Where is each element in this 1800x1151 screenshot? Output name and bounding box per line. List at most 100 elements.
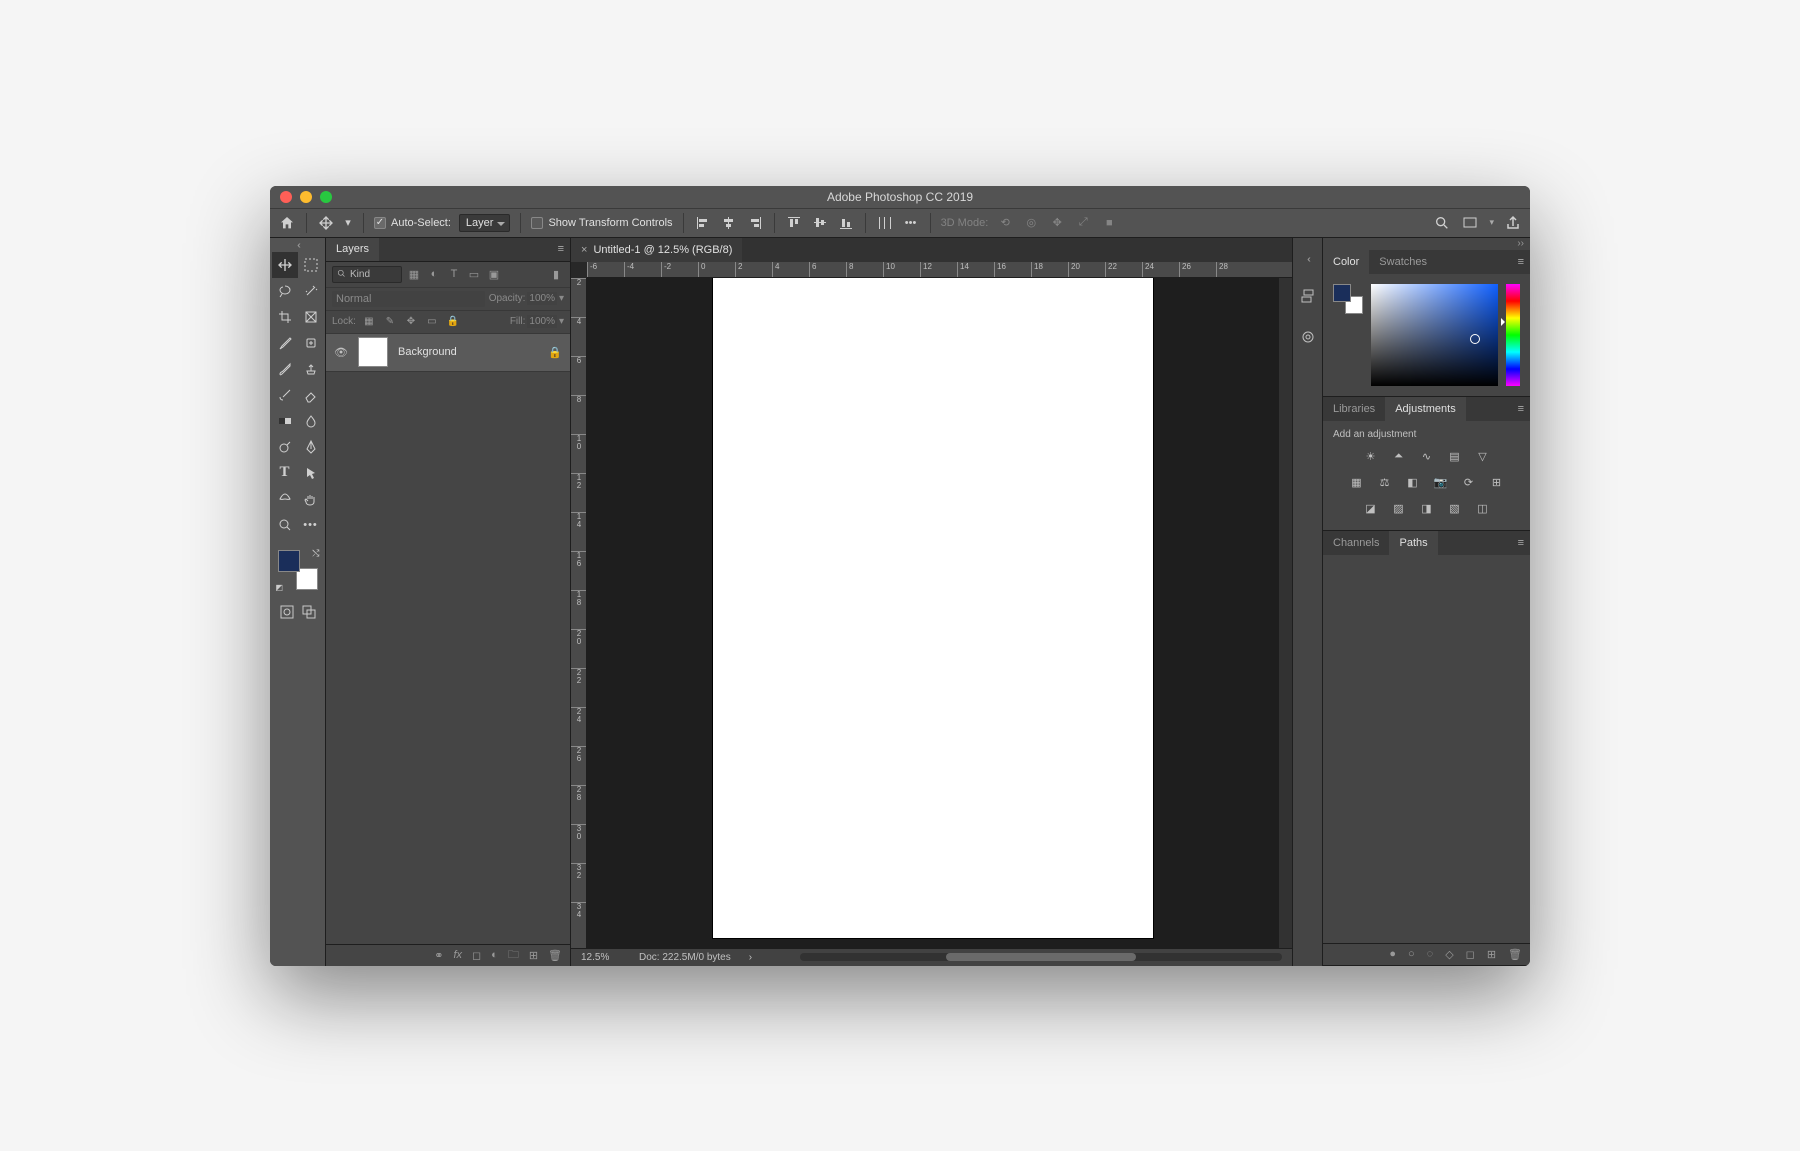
link-layers-icon[interactable]: ⚭	[434, 949, 443, 962]
visibility-icon[interactable]: 👁	[334, 346, 348, 359]
filter-pixel-icon[interactable]: ▦	[406, 266, 422, 282]
default-colors-icon[interactable]: ◩	[276, 583, 284, 592]
hand-tool[interactable]	[298, 486, 324, 512]
brush-tool[interactable]	[272, 356, 298, 382]
libraries-tab[interactable]: Libraries	[1323, 397, 1385, 421]
delete-layer-icon[interactable]: 🗑	[548, 949, 562, 962]
eraser-tool[interactable]	[298, 382, 324, 408]
hue-saturation-icon[interactable]: ▦	[1348, 474, 1366, 492]
foreground-color-swatch[interactable]	[278, 550, 300, 572]
blur-tool[interactable]	[298, 408, 324, 434]
gradient-tool[interactable]	[272, 408, 298, 434]
close-tab-icon[interactable]: ×	[581, 244, 587, 256]
layer-filter-kind-dropdown[interactable]: Kind	[332, 266, 402, 283]
filter-smart-icon[interactable]: ▣	[486, 266, 502, 282]
levels-icon[interactable]: ⏶	[1390, 448, 1408, 466]
layer-name[interactable]: Background	[398, 346, 538, 358]
collapse-right-icon[interactable]: ››	[1323, 238, 1530, 250]
lock-transparency-icon[interactable]: ▦	[361, 314, 377, 330]
vibrance-icon[interactable]: ▽	[1474, 448, 1492, 466]
stroke-path-icon[interactable]: ○	[1408, 948, 1415, 960]
distribute-icon[interactable]	[876, 214, 894, 232]
color-lookup-icon[interactable]: ⊞	[1488, 474, 1506, 492]
exposure-icon[interactable]: ▤	[1446, 448, 1464, 466]
panel-menu-icon[interactable]: ≡	[1512, 537, 1530, 549]
screenmode-toggle-icon[interactable]	[301, 604, 317, 623]
add-mask-path-icon[interactable]: ◻	[1466, 948, 1475, 961]
more-align-icon[interactable]: •••	[902, 214, 920, 232]
new-layer-icon[interactable]: ⊞	[529, 949, 538, 962]
panel-menu-icon[interactable]: ≡	[1512, 256, 1530, 268]
chevron-down-icon[interactable]: ▾	[343, 214, 353, 232]
filter-shape-icon[interactable]: ▭	[466, 266, 482, 282]
dodge-tool[interactable]	[272, 434, 298, 460]
swatches-tab[interactable]: Swatches	[1369, 250, 1437, 274]
layer-thumbnail[interactable]	[358, 337, 388, 367]
panel-menu-icon[interactable]: ≡	[1512, 403, 1530, 415]
blend-mode-dropdown[interactable]: Normal	[332, 291, 485, 307]
adjustments-tab[interactable]: Adjustments	[1385, 397, 1466, 421]
channel-mixer-icon[interactable]: ⟳	[1460, 474, 1478, 492]
lock-all-icon[interactable]: 🔒	[445, 314, 461, 330]
marquee-tool[interactable]	[298, 252, 324, 278]
layers-tab[interactable]: Layers	[326, 238, 379, 261]
layer-row[interactable]: 👁Background🔒	[326, 334, 570, 372]
show-transform-checkbox[interactable]: Show Transform Controls	[531, 217, 672, 229]
delete-path-icon[interactable]: 🗑	[1508, 948, 1522, 961]
align-horizontal-centers-icon[interactable]	[720, 214, 738, 232]
vertical-ruler[interactable]: 246810121416182022242628303234	[571, 278, 587, 948]
posterize-icon[interactable]: ▨	[1390, 500, 1408, 518]
panel-fg-swatch[interactable]	[1333, 284, 1351, 302]
add-adjustment-icon[interactable]: ◐	[491, 949, 498, 961]
swap-colors-icon[interactable]: ⤭	[312, 548, 319, 559]
eyedropper-tool[interactable]	[272, 330, 298, 356]
horizontal-scrollbar[interactable]	[800, 953, 1282, 961]
document-tab[interactable]: × Untitled-1 @ 12.5% (RGB/8)	[571, 238, 742, 262]
channels-tab[interactable]: Channels	[1323, 531, 1389, 555]
properties-panel-icon[interactable]	[1300, 329, 1316, 348]
zoom-level[interactable]: 12.5%	[581, 952, 621, 963]
lock-image-icon[interactable]: ✎	[382, 314, 398, 330]
gradient-map-icon[interactable]: ▧	[1446, 500, 1464, 518]
lock-artboard-icon[interactable]: ▭	[424, 314, 440, 330]
selective-color-icon[interactable]: ◫	[1474, 500, 1492, 518]
align-vertical-centers-icon[interactable]	[811, 214, 829, 232]
vertical-scrollbar[interactable]	[1278, 278, 1292, 948]
lock-position-icon[interactable]: ✥	[403, 314, 419, 330]
quickmask-icon[interactable]	[279, 604, 295, 623]
layer-fx-icon[interactable]: fx	[453, 949, 462, 961]
new-group-icon[interactable]: 🗀	[508, 946, 519, 965]
photo-filter-icon[interactable]: 📷	[1432, 474, 1450, 492]
threshold-icon[interactable]: ◨	[1418, 500, 1436, 518]
filter-type-icon[interactable]: T	[446, 266, 462, 282]
paths-tab[interactable]: Paths	[1389, 531, 1437, 555]
screen-mode-icon[interactable]	[1461, 214, 1479, 232]
collapse-tools-icon[interactable]: ‹‹	[270, 240, 325, 252]
zoom-tool[interactable]	[272, 512, 298, 538]
history-brush-tool[interactable]	[272, 382, 298, 408]
pen-tool[interactable]	[298, 434, 324, 460]
clone-stamp-tool[interactable]	[298, 356, 324, 382]
invert-icon[interactable]: ◪	[1362, 500, 1380, 518]
move-tool[interactable]	[272, 252, 298, 278]
search-icon[interactable]	[1433, 214, 1451, 232]
path-selection-tool[interactable]	[298, 460, 324, 486]
auto-select-mode-dropdown[interactable]: Layer	[459, 214, 511, 232]
selection-to-path-icon[interactable]: ◇	[1445, 948, 1453, 961]
new-path-icon[interactable]: ⊞	[1487, 948, 1496, 961]
curves-icon[interactable]: ∿	[1418, 448, 1436, 466]
home-icon[interactable]	[278, 214, 296, 232]
horizontal-ruler[interactable]: -6-4-20246810121416182022242628	[587, 262, 1292, 278]
shape-tool[interactable]	[272, 486, 298, 512]
move-tool-preset-icon[interactable]	[317, 214, 335, 232]
align-top-edges-icon[interactable]	[785, 214, 803, 232]
color-tab[interactable]: Color	[1323, 250, 1369, 274]
path-to-selection-icon[interactable]: ◌	[1427, 948, 1434, 960]
fill-path-icon[interactable]: ●	[1389, 948, 1396, 960]
color-field[interactable]	[1371, 284, 1498, 386]
auto-select-checkbox[interactable]: Auto-Select:	[374, 217, 451, 229]
fill-value[interactable]: 100%	[527, 315, 557, 328]
color-swatches[interactable]: ⤭ ◩	[278, 550, 318, 590]
panel-color-swatches[interactable]	[1333, 284, 1363, 314]
hue-slider[interactable]	[1506, 284, 1520, 386]
